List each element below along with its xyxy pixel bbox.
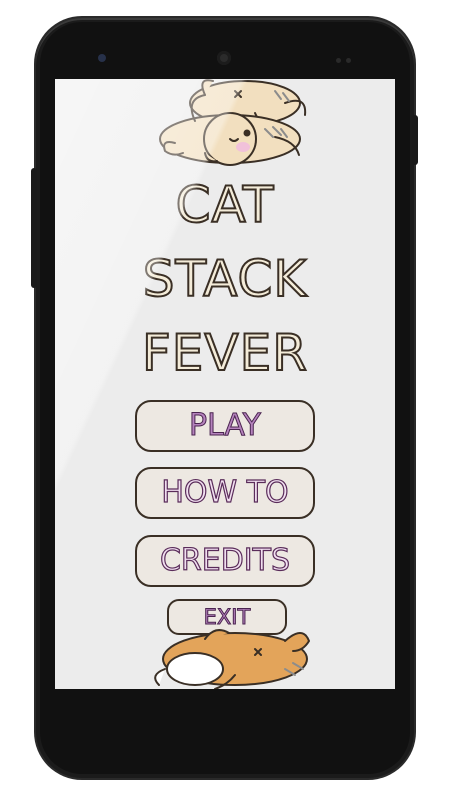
power-button [412, 115, 418, 165]
how-to-button[interactable]: HOW TO [135, 467, 315, 519]
title-line-stack: STACK [142, 250, 308, 308]
earpiece-speaker-icon [217, 51, 231, 65]
credits-button[interactable]: CREDITS [135, 535, 315, 587]
play-button[interactable]: PLAY [135, 400, 315, 452]
title-line-cat: CAT [175, 176, 275, 234]
proximity-sensor-icon [336, 58, 341, 63]
title-line-fever: FEVER [141, 324, 308, 382]
game-screen: CAT STACK FEVER PLAY HOW TO CREDITS EXIT [55, 79, 395, 689]
volume-button [31, 168, 37, 288]
sleeping-cats-top-icon [159, 79, 307, 166]
front-camera-icon [98, 54, 106, 62]
phone-frame: CAT STACK FEVER PLAY HOW TO CREDITS EXIT [31, 18, 418, 778]
light-sensor-icon [346, 58, 351, 63]
sleeping-cats-bottom-icon [154, 629, 310, 689]
